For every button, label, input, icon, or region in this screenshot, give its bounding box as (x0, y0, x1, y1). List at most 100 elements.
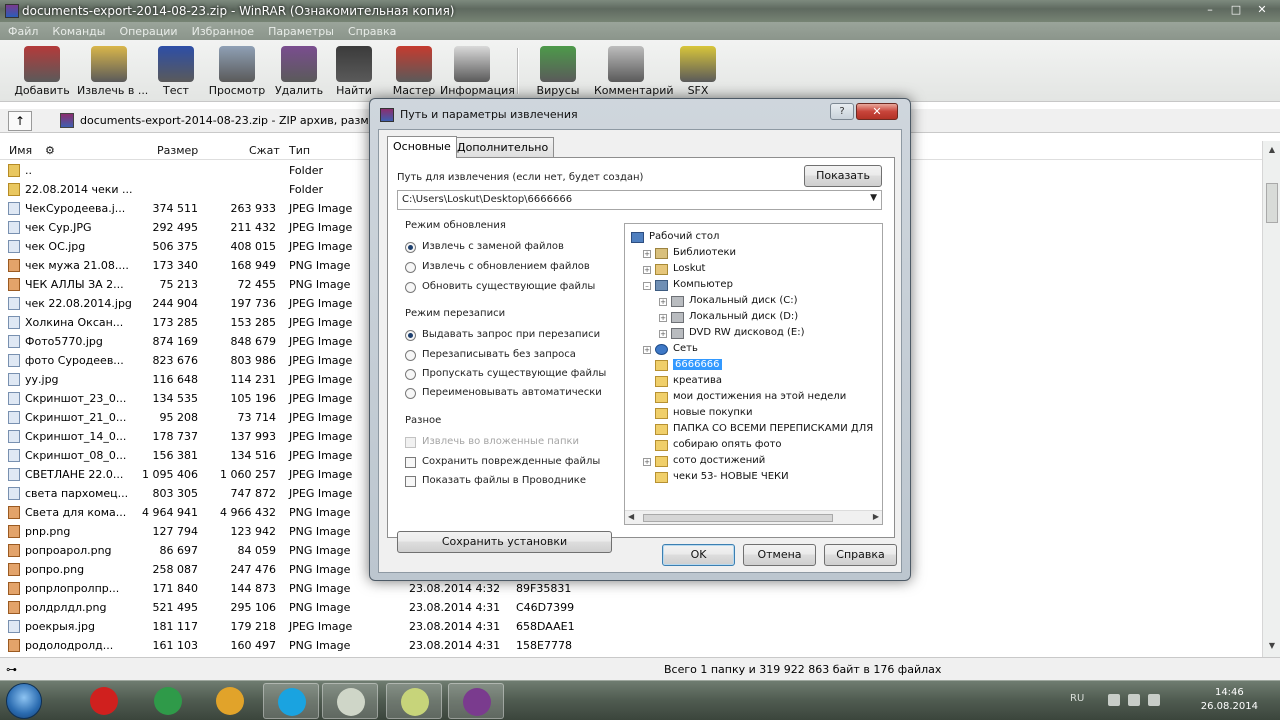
status-drive-icon[interactable]: ⊶ (6, 663, 17, 676)
menu-options[interactable]: Параметры (268, 25, 334, 38)
file-row[interactable]: родолодролд... 161 103 160 497 PNG Image 23.… (0, 636, 1262, 655)
folder-tree[interactable]: ◀ ▶ Рабочий стол + Библиотеки + Loskut – Компь… (624, 223, 883, 525)
tree-scroll-thumb[interactable] (643, 514, 833, 522)
file-type: JPEG Image (289, 316, 353, 329)
file-packed: 4 966 432 (220, 506, 276, 519)
user-folder-icon (655, 264, 668, 275)
menu-bar: Файл Команды Операции Избранное Параметр… (0, 22, 1280, 40)
file-size: 95 208 (159, 411, 199, 424)
taskbar-app-folder[interactable] (386, 683, 442, 719)
column-packed[interactable]: Сжат (249, 144, 280, 157)
file-list-scrollbar[interactable]: ▲ ▼ (1262, 141, 1280, 657)
dialog-close-button[interactable]: ✕ (856, 103, 898, 120)
radio-icon[interactable] (405, 350, 416, 361)
radio-icon[interactable] (405, 282, 416, 293)
update-mode-title: Режим обновления (405, 220, 506, 231)
clock[interactable]: 14:46 26.08.2014 (1201, 686, 1258, 714)
tray-flag-icon[interactable] (1108, 694, 1120, 706)
language-indicator[interactable]: RU (1070, 693, 1084, 704)
scroll-thumb[interactable] (1266, 183, 1278, 223)
toolbar-button[interactable]: Информация (440, 44, 515, 100)
menu-file[interactable]: Файл (8, 25, 38, 38)
toolbar-button[interactable]: Просмотр (205, 44, 269, 100)
minimize-button[interactable]: – (1198, 2, 1222, 18)
taskbar-app-opera[interactable] (76, 683, 132, 719)
clock-time: 14:46 (1214, 687, 1244, 698)
checkbox-icon[interactable] (405, 476, 416, 487)
file-row[interactable]: ропрлопролпр... 171 840 144 873 PNG Image 23… (0, 579, 1262, 598)
column-name[interactable]: Имя (9, 144, 32, 157)
taskbar-app-notes[interactable] (322, 683, 378, 719)
archive-path[interactable]: documents-export-2014-08-23.zip - ZIP ар… (80, 114, 382, 127)
winrar-app-icon[interactable] (5, 4, 19, 18)
toolbar-button[interactable]: Извлечь в ... (77, 44, 148, 100)
tab-advanced[interactable]: Дополнительно (451, 137, 555, 157)
column-type[interactable]: Тип (289, 144, 310, 157)
menu-operations[interactable]: Операции (119, 25, 177, 38)
scroll-down-icon[interactable]: ▼ (1266, 641, 1278, 653)
start-button[interactable] (6, 683, 42, 719)
file-row[interactable]: роекрыя.jpg 181 117 179 218 JPEG Image 23.08… (0, 617, 1262, 636)
file-packed: 72 455 (237, 278, 277, 291)
expand-icon[interactable]: + (659, 298, 667, 306)
radio-icon[interactable] (405, 369, 416, 380)
menu-help[interactable]: Справка (348, 25, 396, 38)
taskbar-app-winrar[interactable] (448, 683, 504, 719)
column-size[interactable]: Размер (157, 144, 198, 157)
ok-button[interactable]: OK (662, 544, 735, 566)
sort-icon[interactable]: ⚙ (45, 144, 55, 157)
toolbar-button[interactable]: Добавить (10, 44, 74, 100)
radio-icon[interactable] (405, 262, 416, 273)
scroll-right-icon[interactable]: ▶ (873, 512, 879, 521)
radio-icon[interactable] (405, 242, 416, 253)
tray-volume-icon[interactable] (1148, 694, 1160, 706)
cancel-button[interactable]: Отмена (743, 544, 816, 566)
toolbar-button[interactable]: Тест (144, 44, 208, 100)
toolbar-button[interactable]: Мастер (382, 44, 446, 100)
menu-favorites[interactable]: Избранное (192, 25, 254, 38)
toolbar-button[interactable]: Вирусы (526, 44, 590, 100)
save-settings-button[interactable]: Сохранить установки (397, 531, 612, 553)
checkbox-icon[interactable] (405, 457, 416, 468)
taskbar-app-chrome[interactable] (202, 683, 258, 719)
collapse-icon[interactable]: – (643, 282, 651, 290)
toolbar: Добавить Извлечь в ... Тест Просмотр Удалить… (0, 40, 1280, 102)
expand-icon[interactable]: + (643, 458, 651, 466)
maximize-button[interactable]: □ (1224, 2, 1248, 18)
toolbar-button[interactable]: SFX (666, 44, 730, 100)
file-packed: 73 714 (237, 411, 277, 424)
toolbar-button[interactable]: Найти (322, 44, 386, 100)
expand-icon[interactable]: + (643, 346, 651, 354)
tree-horizontal-scrollbar[interactable]: ◀ ▶ (625, 510, 882, 524)
radio-icon[interactable] (405, 388, 416, 399)
scroll-left-icon[interactable]: ◀ (628, 512, 634, 521)
file-row[interactable]: ролдрлдл.png 521 495 295 106 PNG Image 23.08… (0, 598, 1262, 617)
taskbar-app-chrome-window[interactable] (140, 683, 196, 719)
taskbar-app-skype[interactable] (263, 683, 319, 719)
show-button[interactable]: Показать (804, 165, 882, 187)
help-button[interactable]: Справка (824, 544, 897, 566)
radio-icon[interactable] (405, 330, 416, 341)
tab-general[interactable]: Основные (387, 136, 457, 158)
tree-node-label: Компьютер (673, 279, 733, 290)
menu-commands[interactable]: Команды (52, 25, 105, 38)
file-name: Скриншот_23_0... (25, 392, 127, 405)
toolbar-button[interactable]: Комментарий (594, 44, 674, 100)
skype-icon (278, 688, 306, 716)
taskbar: RU 14:46 26.08.2014 (0, 680, 1280, 720)
expand-icon[interactable]: + (659, 330, 667, 338)
png-file-icon (8, 278, 20, 291)
dropdown-arrow-icon[interactable]: ▼ (870, 193, 877, 203)
expand-icon[interactable]: + (643, 250, 651, 258)
checkbox-icon[interactable] (405, 437, 416, 448)
up-folder-button[interactable]: ↑ (8, 111, 32, 131)
dialog-help-button[interactable]: ? (830, 103, 854, 120)
extract-path-combobox[interactable]: C:\Users\Loskut\Desktop\6666666 ▼ (397, 190, 882, 210)
scroll-up-icon[interactable]: ▲ (1266, 145, 1278, 157)
tree-node-label: сото достижений (673, 455, 766, 466)
close-window-button[interactable]: ✕ (1250, 2, 1274, 18)
expand-icon[interactable]: + (643, 266, 651, 274)
option-label: Извлечь с обновлением файлов (422, 261, 590, 272)
tray-network-icon[interactable] (1128, 694, 1140, 706)
expand-icon[interactable]: + (659, 314, 667, 322)
